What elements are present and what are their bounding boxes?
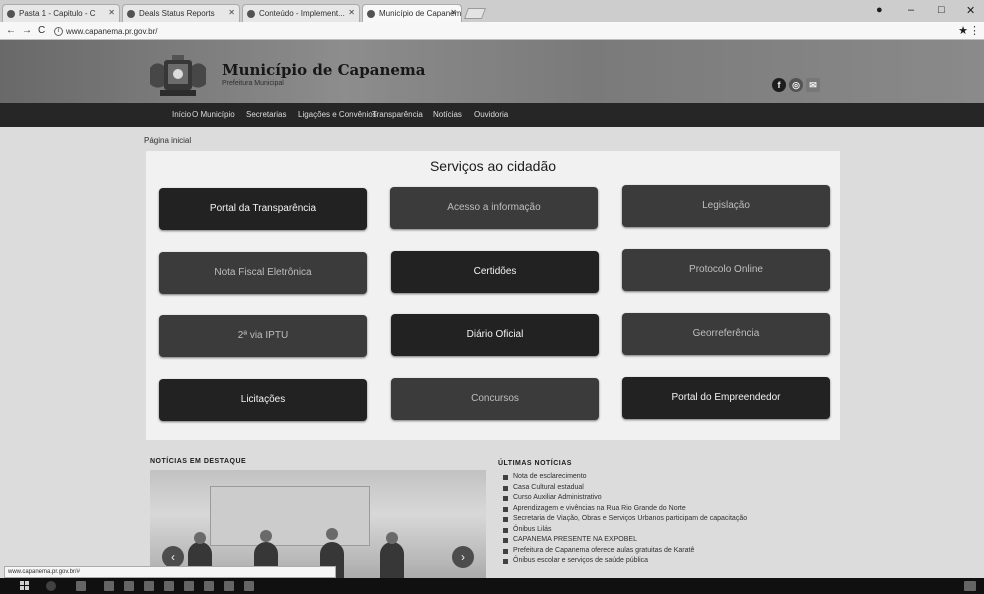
site-title[interactable]: Município de Capanema [222, 61, 426, 79]
services-title: Serviços ao cidadão [429, 158, 557, 174]
photo-wall [210, 486, 370, 546]
forward-icon[interactable]: → [22, 25, 32, 36]
tab-favicon-icon [7, 10, 15, 18]
nav-item-inicio[interactable]: Início [172, 110, 191, 119]
news-link[interactable]: CAPANEMA PRESENTE NA EXPOBEL [503, 536, 803, 547]
profile-icon[interactable]: ● [876, 4, 883, 16]
bookmark-star-icon[interactable]: ★ [958, 24, 968, 37]
service-button-protocolo-online[interactable]: Protocolo Online [622, 249, 830, 291]
taskbar-app-icon[interactable] [164, 581, 174, 591]
service-button-portal-empreendedor[interactable]: Portal do Empreendedor [622, 377, 830, 419]
nav-item-noticias[interactable]: Notícias [433, 110, 462, 119]
service-button-portal-transparencia[interactable]: Portal da Transparência [159, 188, 367, 230]
nav-item-secretarias[interactable]: Secretarias [246, 110, 286, 119]
url-input[interactable]: i www.capanema.pr.gov.br/ [52, 25, 947, 38]
news-photo-carousel[interactable]: ‹ › [150, 470, 486, 580]
notification-icon[interactable] [964, 581, 976, 591]
service-button-concursos[interactable]: Concursos [391, 378, 599, 420]
reload-icon[interactable]: C [38, 25, 45, 36]
photo-person [380, 542, 404, 580]
news-link[interactable]: Secretaria de Viação, Obras e Serviços U… [503, 515, 803, 526]
tab-favicon-icon [127, 10, 135, 18]
latest-news-list: Nota de esclarecimento Casa Cultural est… [503, 473, 803, 568]
taskbar-app-icon[interactable] [244, 581, 254, 591]
search-icon[interactable] [46, 581, 56, 591]
close-icon[interactable]: ✕ [228, 8, 235, 17]
nav-item-municipio[interactable]: O Município [192, 110, 235, 119]
email-icon[interactable]: ✉ [806, 78, 820, 92]
news-link[interactable]: Nota de esclarecimento [503, 473, 803, 484]
photo-head [260, 530, 272, 542]
browser-tab[interactable]: Pasta 1 - Capitulo - C ✕ [2, 4, 120, 22]
site-header: Município de Capanema Prefeitura Municip… [0, 40, 984, 103]
coat-of-arms-logo[interactable] [148, 54, 208, 98]
tab-label: Deals Status Reports [139, 9, 215, 18]
new-tab-button[interactable] [463, 8, 487, 19]
carousel-next-icon[interactable]: › [452, 546, 474, 568]
tab-label: Pasta 1 - Capitulo - C [19, 9, 96, 18]
taskbar-app-icon[interactable] [184, 581, 194, 591]
close-icon[interactable]: ✕ [348, 8, 355, 17]
nav-item-transparencia[interactable]: Transparência [372, 110, 423, 119]
close-window-icon[interactable]: ✕ [966, 4, 975, 17]
photo-head [194, 532, 206, 544]
taskbar-app-icon[interactable] [124, 581, 134, 591]
news-link[interactable]: Aprendizagem e vivências na Rua Rio Gran… [503, 505, 803, 516]
minimize-icon[interactable]: – [908, 4, 914, 16]
services-panel: Serviços ao cidadão Portal da Transparên… [146, 151, 840, 440]
taskbar-app-icon[interactable] [224, 581, 234, 591]
service-button-georreferencia[interactable]: Georreferência [622, 313, 830, 355]
nav-item-ligacoes[interactable]: Ligações e Convênios [298, 110, 377, 119]
featured-news-title: NOTÍCIAS EM DESTAQUE [150, 458, 247, 465]
service-button-licitacoes[interactable]: Licitações [159, 379, 367, 421]
tab-favicon-icon [367, 10, 375, 18]
taskbar-app-icon[interactable] [144, 581, 154, 591]
os-taskbar [0, 578, 984, 594]
taskbar-app-icon[interactable] [204, 581, 214, 591]
facebook-icon[interactable]: f [772, 78, 786, 92]
maximize-icon[interactable]: □ [938, 4, 945, 16]
tab-label: Conteúdo - Implement... [259, 9, 345, 18]
service-button-iptu[interactable]: 2ª via IPTU [159, 315, 367, 357]
link-status-bar: www.capanema.pr.gov.br/# [4, 566, 336, 578]
news-link[interactable]: Curso Auxiliar Administrativo [503, 494, 803, 505]
info-icon[interactable]: i [54, 27, 63, 36]
nav-item-ouvidoria[interactable]: Ouvidoria [474, 110, 508, 119]
service-button-nota-fiscal[interactable]: Nota Fiscal Eletrônica [159, 252, 367, 294]
news-link[interactable]: Prefeitura de Capanema oferece aulas gra… [503, 547, 803, 558]
news-link[interactable]: Ônibus escolar e serviços de saúde públi… [503, 557, 803, 568]
service-button-diario-oficial[interactable]: Diário Oficial [391, 314, 599, 356]
url-text: www.capanema.pr.gov.br/ [66, 27, 158, 36]
task-view-icon[interactable] [76, 581, 86, 591]
service-button-acesso-informacao[interactable]: Acesso a informação [390, 187, 598, 229]
news-link[interactable]: Ônibus Lilás [503, 526, 803, 537]
instagram-icon[interactable]: ◎ [789, 78, 803, 92]
browser-tab-active[interactable]: Município de Capanema ✕ [362, 4, 462, 22]
news-link[interactable]: Casa Cultural estadual [503, 484, 803, 495]
latest-news-title: ÚLTIMAS NOTÍCIAS [498, 460, 572, 467]
breadcrumb[interactable]: Página inicial [144, 136, 191, 145]
back-icon[interactable]: ← [6, 25, 16, 36]
browser-tab[interactable]: Deals Status Reports ✕ [122, 4, 240, 22]
photo-head [326, 528, 338, 540]
close-icon[interactable]: ✕ [108, 8, 115, 17]
address-bar: ← → C i www.capanema.pr.gov.br/ ★ ⋮ [0, 22, 984, 40]
main-nav: Início O Município Secretarias Ligações … [0, 103, 984, 127]
browser-tab-strip: Pasta 1 - Capitulo - C ✕ Deals Status Re… [0, 0, 984, 22]
file-explorer-icon[interactable] [104, 581, 114, 591]
service-button-legislacao[interactable]: Legislação [622, 185, 830, 227]
close-icon[interactable]: ✕ [450, 8, 457, 17]
site-subtitle: Prefeitura Municipal [222, 80, 284, 87]
windows-start-icon[interactable] [20, 581, 30, 591]
browser-tab[interactable]: Conteúdo - Implement... ✕ [242, 4, 360, 22]
tab-favicon-icon [247, 10, 255, 18]
photo-head [386, 532, 398, 544]
service-button-certidoes[interactable]: Certidões [391, 251, 599, 293]
browser-menu-icon[interactable]: ⋮ [969, 24, 980, 37]
carousel-prev-icon[interactable]: ‹ [162, 546, 184, 568]
